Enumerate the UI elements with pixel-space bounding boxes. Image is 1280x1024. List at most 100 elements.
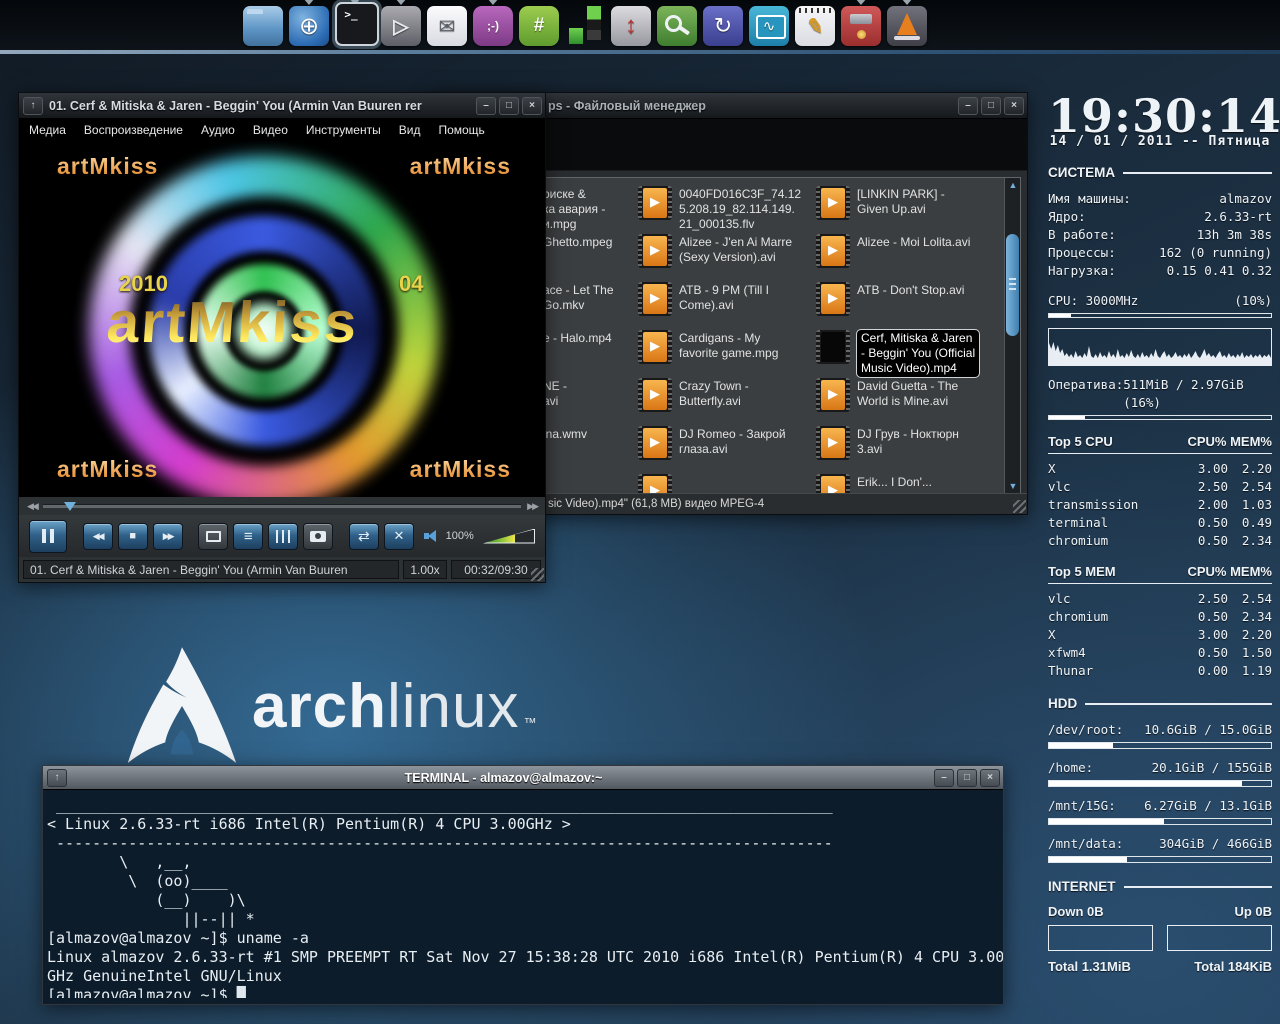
- previous-button[interactable]: ◀◀: [83, 523, 113, 550]
- terminal-output[interactable]: ________________________________________…: [43, 790, 1003, 998]
- file-name-label: e - Halo.mp4: [543, 330, 612, 346]
- net-rate-labels: Down 0BUp 0B: [1048, 904, 1272, 919]
- video-file-icon: [638, 282, 672, 316]
- mount-entry: /mnt/data:304GiB / 466GiB: [1048, 835, 1272, 863]
- date-label: 14 / 01 / 2011 -- Пятница: [1048, 134, 1272, 149]
- file-name-label: ina.wmv: [543, 426, 587, 442]
- file-item[interactable]: Alizee - J'en Ai Marre (Sexy Version).av…: [638, 234, 816, 282]
- mail-icon[interactable]: ✉: [427, 0, 467, 46]
- maximize-button[interactable]: □: [981, 97, 1001, 115]
- chat-icon[interactable]: ;-): [473, 0, 513, 46]
- file-item[interactable]: e - Halo.mp4: [543, 330, 638, 378]
- file-grid: риске & ка авария - и.mpg 0040FD016C3F_7…: [543, 186, 1014, 494]
- scroll-up-icon[interactable]: ▲: [1005, 178, 1021, 192]
- maximize-button[interactable]: □: [499, 97, 519, 115]
- menu-item[interactable]: Инструменты: [306, 123, 381, 137]
- scrollbar[interactable]: ▲ ▼: [1004, 178, 1020, 493]
- minimize-button[interactable]: –: [476, 97, 496, 115]
- file-item[interactable]: Alizee - Moi Lolita.avi: [816, 234, 1014, 282]
- menu-item[interactable]: Аудио: [201, 123, 235, 137]
- file-item[interactable]: Cerf, Mitiska & Jaren - Beggin' You (Off…: [816, 330, 1014, 378]
- close-button[interactable]: ×: [522, 97, 542, 115]
- art-corner-text: artMkiss: [57, 456, 158, 483]
- file-item[interactable]: [638, 474, 816, 494]
- file-manager-title: ps - Файловый менеджер: [548, 99, 706, 113]
- menu-item[interactable]: Воспроизведение: [84, 123, 183, 137]
- file-item[interactable]: DJ Romeo - Закрой глаза.avi: [638, 426, 816, 474]
- text-editor-icon[interactable]: ✎: [795, 0, 835, 46]
- clock: 19:30:14: [1048, 94, 1272, 138]
- file-item[interactable]: 0040FD016C3F_74.12 5.208.19_82.114.149. …: [638, 186, 816, 234]
- file-item[interactable]: ace - Let The Go.mkv: [543, 282, 638, 330]
- vlc-titlebar[interactable]: ↑ 01. Cerf & Mitiska & Jaren - Beggin' Y…: [19, 93, 545, 119]
- minimize-button[interactable]: –: [934, 769, 954, 787]
- file-item[interactable]: риске & ка авария - и.mpg: [543, 186, 638, 234]
- next-button[interactable]: ▶▶: [153, 523, 183, 550]
- now-playing-field: 01. Cerf & Mitiska & Jaren - Beggin' You…: [23, 560, 399, 579]
- jump-forward-icon[interactable]: ▶▶: [527, 501, 537, 512]
- close-button[interactable]: ×: [980, 769, 1000, 787]
- playback-rate-field[interactable]: 1.00x: [403, 560, 447, 579]
- package-icon[interactable]: [841, 0, 881, 46]
- menu-item[interactable]: Помощь: [438, 123, 484, 137]
- volume-label: 100%: [446, 530, 474, 542]
- playlist-button[interactable]: ≡: [233, 523, 263, 550]
- keyring-icon[interactable]: [657, 0, 697, 46]
- shade-button[interactable]: ↑: [47, 769, 67, 787]
- web-browser-icon[interactable]: ⊕: [289, 0, 329, 46]
- file-item[interactable]: ATB - Don't Stop.avi: [816, 282, 1014, 330]
- file-item[interactable]: DJ Грув - Ноктюрн 3.avi: [816, 426, 1014, 474]
- file-item[interactable]: ATB - 9 PM (Till I Come).avi: [638, 282, 816, 330]
- menu-item[interactable]: Вид: [399, 123, 421, 137]
- system-monitor-icon[interactable]: ∿: [749, 0, 789, 46]
- media-player-icon[interactable]: ▷: [381, 0, 421, 46]
- mixer-icon[interactable]: [565, 0, 605, 46]
- file-manager-icon[interactable]: [243, 0, 283, 46]
- maximize-button[interactable]: □: [957, 769, 977, 787]
- close-button[interactable]: ×: [1004, 97, 1024, 115]
- shuffle-button[interactable]: ✕: [384, 523, 414, 550]
- file-item[interactable]: Ghetto.mpeg: [543, 234, 638, 282]
- file-item[interactable]: David Guetta - The World is Mine.avi: [816, 378, 1014, 426]
- terminal-titlebar[interactable]: ↑ TERMINAL - almazov@almazov:~ – □ ×: [43, 766, 1003, 790]
- loop-button[interactable]: ⇄: [349, 523, 379, 550]
- jump-back-icon[interactable]: ◀◀: [27, 501, 37, 512]
- vlc-icon[interactable]: [887, 0, 927, 46]
- scroll-down-icon[interactable]: ▼: [1005, 479, 1021, 493]
- volume-slider[interactable]: [483, 529, 535, 544]
- fullscreen-button[interactable]: [198, 523, 228, 550]
- file-item[interactable]: NE - avi: [543, 378, 638, 426]
- network-sync-icon[interactable]: ↻: [703, 0, 743, 46]
- statusbar-text: sic Video).mp4" (61,8 МВ) видео MPEG-4: [548, 498, 764, 510]
- stop-button[interactable]: ■: [118, 523, 148, 550]
- file-item[interactable]: [LINKIN PARK] - Given Up.avi: [816, 186, 1014, 234]
- menu-item[interactable]: Видео: [253, 123, 288, 137]
- file-item[interactable]: [543, 474, 638, 494]
- file-item[interactable]: Erik... I Don'...: [816, 474, 1014, 494]
- shade-button[interactable]: ↑: [23, 97, 43, 115]
- dock-panel: ⊕ >_ ▷ ✉ ;-): [0, 0, 1280, 50]
- speaker-icon[interactable]: [424, 528, 437, 544]
- equalizer-button[interactable]: [268, 523, 298, 550]
- pause-button[interactable]: [29, 520, 67, 553]
- terminal-icon[interactable]: >_: [335, 0, 375, 46]
- scrollbar-thumb[interactable]: [1006, 234, 1019, 336]
- file-item[interactable]: Cardigans - My favorite game.mpg: [638, 330, 816, 378]
- menu-item[interactable]: Медиа: [29, 123, 66, 137]
- seek-thumb-icon[interactable]: [64, 502, 76, 511]
- irc-icon[interactable]: #: [519, 0, 559, 46]
- seek-row: ◀◀ ▶▶: [19, 497, 545, 515]
- resize-grip[interactable]: [1013, 500, 1026, 513]
- snapshot-button[interactable]: [303, 523, 333, 550]
- mount-entry: /mnt/15G:6.27GiB / 13.1GiB: [1048, 797, 1272, 825]
- previous-icon: ◀◀: [93, 531, 103, 542]
- transfer-icon[interactable]: ↕: [611, 0, 651, 46]
- file-name-label: DJ Грув - Ноктюрн 3.avi: [857, 426, 959, 457]
- file-item[interactable]: ina.wmv: [543, 426, 638, 474]
- file-item[interactable]: Crazy Town - Butterfly.avi: [638, 378, 816, 426]
- resize-grip[interactable]: [531, 568, 544, 581]
- time-field[interactable]: 00:32/09:30: [451, 560, 541, 579]
- video-area[interactable]: artMkiss artMkiss artMkiss artMkiss 2010…: [19, 141, 545, 497]
- seek-slider[interactable]: [43, 504, 521, 508]
- minimize-button[interactable]: –: [958, 97, 978, 115]
